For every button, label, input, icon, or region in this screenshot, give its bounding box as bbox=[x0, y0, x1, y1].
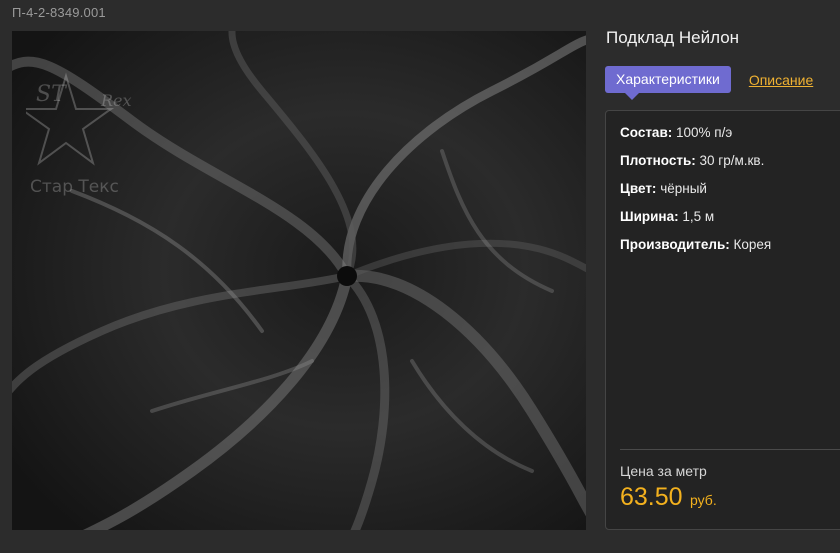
price-value: 63.50 bbox=[620, 483, 683, 511]
price: 63.50 руб. bbox=[620, 483, 717, 512]
tab-characteristics[interactable]: Характеристики bbox=[605, 66, 731, 100]
watermark-text: Стар Текс bbox=[30, 177, 119, 197]
product-sku: П-4-2-8349.001 bbox=[12, 5, 106, 20]
product-photo[interactable]: ST Rex Стар Текс bbox=[12, 31, 586, 530]
spec-composition: Состав: 100% п/э bbox=[620, 125, 771, 153]
info-tabs: Характеристики Описание bbox=[605, 66, 813, 100]
spec-color: Цвет: чёрный bbox=[620, 181, 771, 209]
spec-value: Корея bbox=[733, 237, 772, 252]
watermark-logo: ST Rex Стар Текс bbox=[26, 71, 166, 197]
tab-description[interactable]: Описание bbox=[749, 72, 813, 88]
svg-text:ST: ST bbox=[36, 82, 68, 107]
spec-key: Производитель: bbox=[620, 237, 730, 252]
spec-width: Ширина: 1,5 м bbox=[620, 209, 771, 237]
svg-text:Rex: Rex bbox=[100, 91, 132, 110]
price-label: Цена за метр bbox=[620, 463, 707, 479]
specs-list: Состав: 100% п/э Плотность: 30 гр/м.кв. … bbox=[620, 125, 771, 265]
spec-key: Цвет: bbox=[620, 181, 657, 196]
spec-key: Ширина: bbox=[620, 209, 679, 224]
spec-value: 30 гр/м.кв. bbox=[699, 153, 765, 168]
product-title: Подклад Нейлон bbox=[606, 28, 740, 47]
product-page: П-4-2-8349.001 ST Rex Стар Текс Подклад … bbox=[0, 0, 840, 553]
spec-key: Состав: bbox=[620, 125, 673, 140]
price-divider bbox=[620, 449, 840, 450]
spec-density: Плотность: 30 гр/м.кв. bbox=[620, 153, 771, 181]
spec-value: чёрный bbox=[660, 181, 707, 196]
price-currency: руб. bbox=[690, 492, 717, 508]
spec-manufacturer: Производитель: Корея bbox=[620, 237, 771, 265]
specs-panel: Состав: 100% п/э Плотность: 30 гр/м.кв. … bbox=[605, 110, 840, 530]
spec-value: 100% п/э bbox=[676, 125, 733, 140]
spec-value: 1,5 м bbox=[682, 209, 715, 224]
spec-key: Плотность: bbox=[620, 153, 696, 168]
